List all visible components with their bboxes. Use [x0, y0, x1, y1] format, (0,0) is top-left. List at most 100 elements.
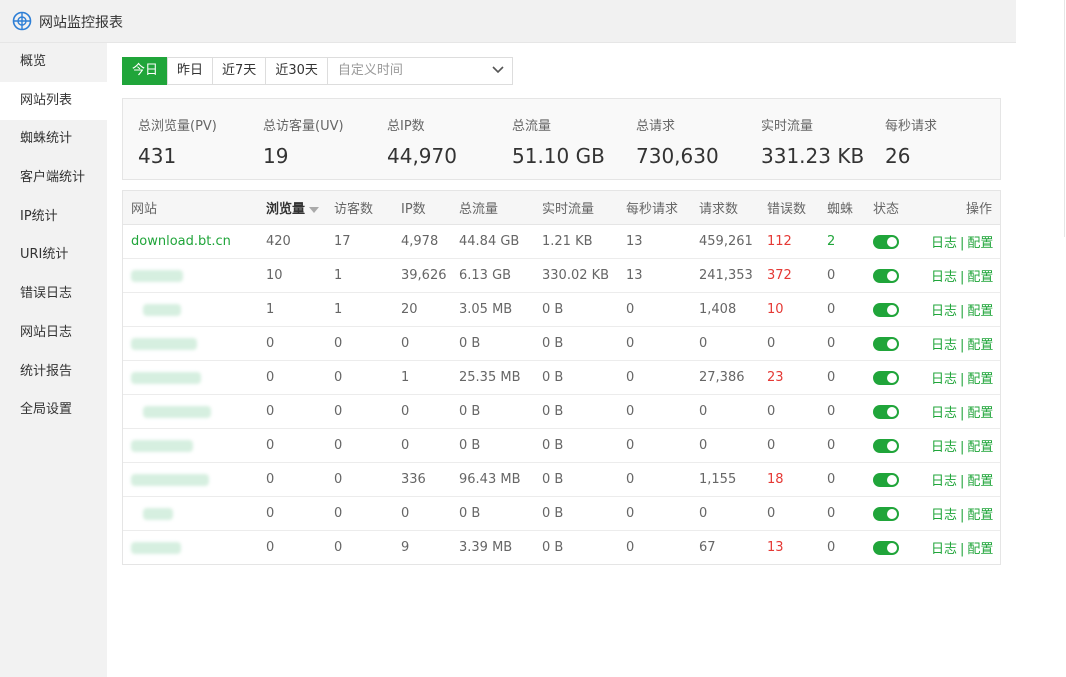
sidebar-item[interactable]: 全局设置 [0, 391, 107, 430]
tab-7-days[interactable]: 近7天 [212, 57, 267, 85]
tab-today[interactable]: 今日 [122, 57, 169, 85]
cell-uv: 0 [334, 540, 343, 555]
status-toggle[interactable] [873, 336, 899, 351]
site-link[interactable]: download.bt.cn [131, 234, 231, 249]
cell-traffic: 0 B [451, 326, 534, 361]
config-link[interactable]: 配置 [967, 474, 993, 489]
column-header: 状态 [865, 191, 923, 225]
log-link[interactable]: 日志 [931, 372, 957, 387]
config-link[interactable]: 配置 [967, 406, 993, 421]
summary-stat: 总流量 51.10 GB [512, 115, 605, 168]
chevron-down-icon [492, 66, 504, 74]
separator: | [960, 270, 965, 285]
config-link[interactable]: 配置 [967, 270, 993, 285]
config-link[interactable]: 配置 [967, 236, 993, 251]
separator: | [960, 474, 965, 489]
status-cell [865, 462, 923, 497]
column-header: 网站 [123, 191, 258, 225]
divider [1064, 0, 1065, 237]
cell-traffic: 0 B [451, 496, 534, 531]
sidebar-item[interactable]: 错误日志 [0, 275, 107, 314]
status-cell [865, 360, 923, 395]
sidebar-item[interactable]: 网站日志 [0, 314, 107, 353]
sidebar-item[interactable]: 蜘蛛统计 [0, 120, 107, 159]
config-link[interactable]: 配置 [967, 304, 993, 319]
log-link[interactable]: 日志 [931, 474, 957, 489]
cell-requests: 27,386 [691, 360, 759, 395]
config-link[interactable]: 配置 [967, 508, 993, 523]
status-toggle[interactable] [873, 302, 899, 317]
column-header: 请求数 [691, 191, 759, 225]
sidebar-item[interactable]: 客户端统计 [0, 159, 107, 198]
tab-yesterday[interactable]: 昨日 [167, 57, 214, 85]
status-cell [865, 496, 923, 531]
log-link[interactable]: 日志 [931, 338, 957, 353]
status-cell [865, 224, 923, 259]
separator: | [960, 542, 965, 557]
log-link[interactable]: 日志 [931, 440, 957, 455]
log-link[interactable]: 日志 [931, 508, 957, 523]
log-link[interactable]: 日志 [931, 406, 957, 421]
cell-pv: 0 [258, 360, 326, 395]
column-header-label: 蜘蛛 [827, 202, 854, 217]
site-cell: download.bt.cn [123, 224, 258, 259]
config-link[interactable]: 配置 [967, 338, 993, 353]
sidebar-item[interactable]: IP统计 [0, 198, 107, 237]
status-toggle[interactable] [873, 370, 899, 385]
cell-pv: 0 [258, 394, 326, 429]
cell-realtime: 0 B [534, 292, 618, 327]
cell-realtime: 0 B [534, 394, 618, 429]
status-toggle[interactable] [873, 404, 899, 419]
summary-stat-label: 总流量 [512, 119, 552, 134]
summary-stat: 总请求 730,630 [636, 115, 719, 168]
globe-icon [12, 11, 32, 31]
cell-spider: 0 [819, 292, 865, 327]
sort-desc-icon[interactable] [309, 206, 320, 213]
sidebar-item[interactable]: 概览 [0, 43, 107, 82]
custom-time-select[interactable]: 自定义时间 [326, 57, 513, 85]
sidebar-item[interactable]: 统计报告 [0, 353, 107, 392]
log-link[interactable]: 日志 [931, 542, 957, 557]
column-header-label: 浏览量 [266, 202, 306, 217]
table-row: 0000 B0 B 0 0 0 0 日志 | 配置 [123, 496, 1000, 531]
cell-spider: 0 [819, 496, 865, 531]
summary-stat-value: 44,970 [387, 144, 457, 168]
tab-30-days[interactable]: 近30天 [265, 57, 328, 85]
cell-uv: 0 [326, 496, 393, 531]
status-toggle[interactable] [873, 472, 899, 487]
log-link[interactable]: 日志 [931, 270, 957, 285]
site-cell [123, 258, 258, 293]
cell-traffic: 0 B [451, 428, 534, 463]
status-toggle[interactable] [873, 540, 899, 555]
log-link[interactable]: 日志 [931, 304, 957, 319]
column-header[interactable]: 浏览量 [258, 191, 326, 225]
table-row: 0 0 1 25.35 MB 0 B 0 27,386 23 0 日志 | 配置 [123, 360, 1000, 395]
status-toggle[interactable] [873, 234, 899, 249]
app-window: 网站监控报表 概览 网站列表 蜘蛛统计 客户端统计 IP统计 URI统计 错误日志 网站日志统… [0, 0, 1016, 677]
status-toggle[interactable] [873, 268, 899, 283]
sidebar-item[interactable]: URI统计 [0, 236, 107, 275]
log-link[interactable]: 日志 [931, 236, 957, 251]
status-cell [865, 258, 923, 293]
cell-requests: 241,353 [691, 258, 759, 293]
column-header-label: 状态 [873, 202, 900, 217]
sidebar-item[interactable]: 网站列表 [0, 81, 107, 121]
cell-spider: 0 [819, 394, 865, 429]
config-link[interactable]: 配置 [967, 542, 993, 557]
operations-cell: 日志 | 配置 [923, 394, 1000, 429]
cell-traffic: 3.05 MB [451, 292, 534, 327]
cell-spider: 0 [819, 258, 865, 293]
status-cell [865, 292, 923, 327]
status-toggle[interactable] [873, 438, 899, 453]
summary-stat-value: 26 [885, 144, 911, 168]
config-link[interactable]: 配置 [967, 372, 993, 387]
summary-stat-value: 19 [263, 144, 289, 168]
cell-ip: 336 [393, 462, 451, 497]
sidebar: 概览 网站列表 蜘蛛统计 客户端统计 IP统计 URI统计 错误日志 网站日志 统计报告 全局设置 [0, 43, 107, 677]
redacted-site-name [131, 541, 181, 554]
config-link[interactable]: 配置 [967, 440, 993, 455]
status-toggle[interactable] [873, 506, 899, 521]
separator: | [960, 304, 965, 319]
cell-errors: 23 [759, 360, 819, 395]
cell-ip: 0 [393, 428, 451, 463]
